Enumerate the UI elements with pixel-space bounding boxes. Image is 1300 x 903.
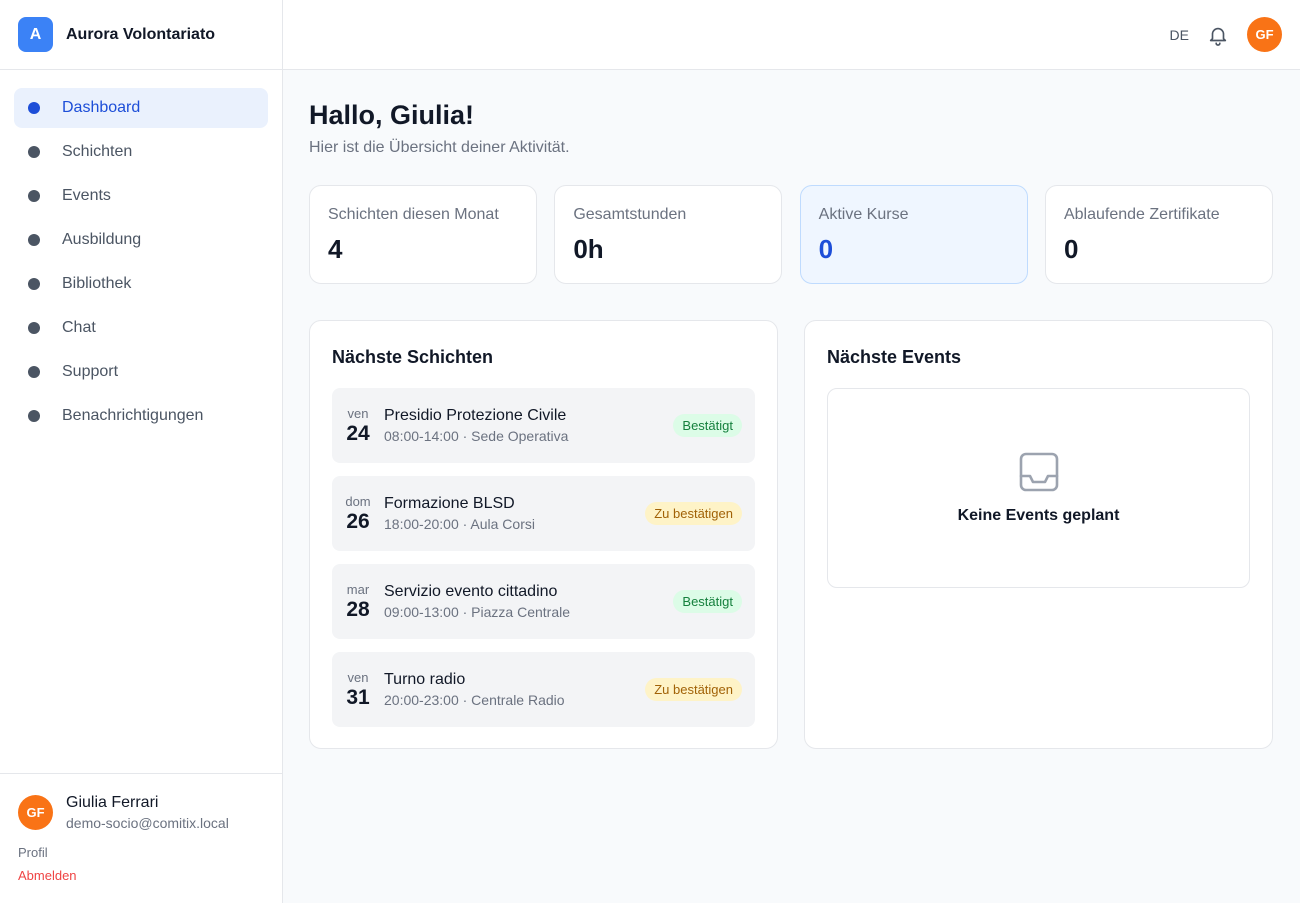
sidebar-item-label: Benachrichtigungen [62,407,204,424]
stat-card-shifts-month: Schichten diesen Monat 4 [309,185,537,284]
shift-weekday: mar [346,581,370,597]
sidebar-item-label: Chat [62,319,96,336]
shift-meta: 20:00-23:00 · Centrale Radio [384,692,565,708]
sidebar-item-support[interactable]: Support [14,352,268,392]
list-item[interactable]: ven 24 Presidio Protezione Civile 08:00-… [332,388,755,463]
shift-weekday: ven [347,405,369,421]
main-content: Hallo, Giulia! Hier ist die Übersicht de… [309,70,1273,749]
stat-card-active-courses: Aktive Kurse 0 [799,185,1028,284]
shift-meta: 18:00-20:00 · Aula Corsi [384,516,535,532]
page-subtitle: Hier ist die Übersicht deiner Aktivität. [309,139,570,156]
status-badge: Bestätigt [673,414,742,437]
sidebar-item-schichten[interactable]: Schichten [14,132,268,172]
list-item[interactable]: dom 26 Formazione BLSD 18:00-20:00 · Aul… [332,476,755,551]
profile-link[interactable]: Profil [18,845,265,860]
list-item[interactable]: mar 28 Servizio evento cittadino 09:00-1… [332,564,755,639]
empty-state: Keine Events geplant [827,388,1250,588]
shift-title: Presidio Protezione Civile [384,407,567,424]
stat-value: 0 [818,234,834,264]
user-email: demo-socio@comitix.local [66,815,229,831]
sidebar: A Aurora Volontariato Dashboard Schichte… [0,0,283,903]
logout-link[interactable]: Abmelden [18,868,265,883]
sidebar-item-benachrichtigungen[interactable]: Benachrichtigungen [14,396,268,436]
sidebar-user-panel: GF Giulia Ferrari demo-socio@comitix.loc… [0,773,283,903]
stat-card-total-hours: Gesamtstunden 0h [554,185,783,284]
stat-label: Gesamtstunden [573,206,687,223]
stat-label: Aktive Kurse [818,206,909,223]
panels-row: Nächste Schichten ven 24 Presidio Protez… [309,320,1273,749]
page-title: Hallo, Giulia! [309,100,475,130]
shift-info: Turno radio 20:00-23:00 · Centrale Radio [384,671,645,708]
shift-list: ven 24 Presidio Protezione Civile 08:00-… [332,388,755,727]
sidebar-item-bibliothek[interactable]: Bibliothek [14,264,268,304]
shift-weekday: dom [345,493,371,509]
sidebar-item-label: Dashboard [62,99,141,116]
shift-meta: 09:00-13:00 · Piazza Centrale [384,604,570,620]
nav-dot-icon [28,102,40,114]
shift-day: 24 [346,421,370,445]
empty-state-text: Keine Events geplant [957,507,1120,524]
user-avatar-button[interactable]: GF [1247,17,1282,52]
shift-date: ven 31 [345,670,371,710]
shift-date: mar 28 [345,582,371,622]
shift-info: Formazione BLSD 18:00-20:00 · Aula Corsi [384,495,645,532]
user-info: Giulia Ferrari demo-socio@comitix.local [66,794,229,831]
brand-name: Aurora Volontariato [66,25,216,43]
sidebar-item-label: Bibliothek [62,275,132,292]
shift-weekday: ven [347,669,369,685]
stat-value: 4 [328,234,343,264]
upcoming-events-panel: Nächste Events Keine Events geplant [804,320,1273,749]
user-row: GF Giulia Ferrari demo-socio@comitix.loc… [18,794,265,831]
sidebar-item-label: Schichten [62,143,133,160]
sidebar-item-label: Ausbildung [62,231,142,248]
stats-row: Schichten diesen Monat 4 Gesamtstunden 0… [309,185,1273,284]
bell-icon[interactable] [1207,24,1229,46]
nav-dot-icon [28,410,40,422]
sidebar-item-chat[interactable]: Chat [14,308,268,348]
shift-day: 28 [346,597,370,621]
shift-date: ven 24 [345,406,371,446]
shift-info: Presidio Protezione Civile 08:00-14:00 ·… [384,407,673,444]
sidebar-item-label: Events [62,187,111,204]
stat-value: 0h [573,234,604,264]
stat-label: Ablaufende Zertifikate [1063,206,1220,223]
app-root: A Aurora Volontariato Dashboard Schichte… [0,0,1300,903]
brand-logo[interactable]: A [18,17,53,52]
nav-dot-icon [28,278,40,290]
sidebar-item-ausbildung[interactable]: Ausbildung [14,220,268,260]
shift-day: 26 [346,509,370,533]
shift-date: dom 26 [345,494,371,534]
list-item[interactable]: ven 31 Turno radio 20:00-23:00 · Central… [332,652,755,727]
nav-dot-icon [28,146,40,158]
status-badge: Zu bestätigen [645,678,742,701]
top-bar: DE GF [283,0,1300,70]
stat-value: 0 [1063,234,1079,264]
nav-dot-icon [28,234,40,246]
nav-dot-icon [28,190,40,202]
status-badge: Bestätigt [673,590,742,613]
inbox-icon [1018,451,1060,493]
sidebar-nav: Dashboard Schichten Events Ausbildung Bi… [0,70,282,436]
upcoming-shifts-panel: Nächste Schichten ven 24 Presidio Protez… [309,320,778,749]
sidebar-item-dashboard[interactable]: Dashboard [14,88,268,128]
nav-dot-icon [28,322,40,334]
shift-meta: 08:00-14:00 · Sede Operativa [384,428,569,444]
panel-title: Nächste Events [827,347,962,367]
shift-day: 31 [346,685,370,709]
shift-title: Servizio evento cittadino [384,583,558,600]
brand-header: A Aurora Volontariato [0,0,282,70]
shift-info: Servizio evento cittadino 09:00-13:00 · … [384,583,673,620]
stat-card-expiring-certificates: Ablaufende Zertifikate 0 [1044,185,1273,284]
sidebar-item-events[interactable]: Events [14,176,268,216]
sidebar-item-label: Support [62,363,119,380]
shift-title: Formazione BLSD [384,495,515,512]
nav-dot-icon [28,366,40,378]
panel-title: Nächste Schichten [332,347,494,367]
stat-label: Schichten diesen Monat [328,206,499,223]
language-switcher[interactable]: DE [1170,27,1189,43]
shift-title: Turno radio [384,671,466,688]
status-badge: Zu bestätigen [645,502,742,525]
avatar[interactable]: GF [18,795,53,830]
user-name: Giulia Ferrari [66,794,159,811]
